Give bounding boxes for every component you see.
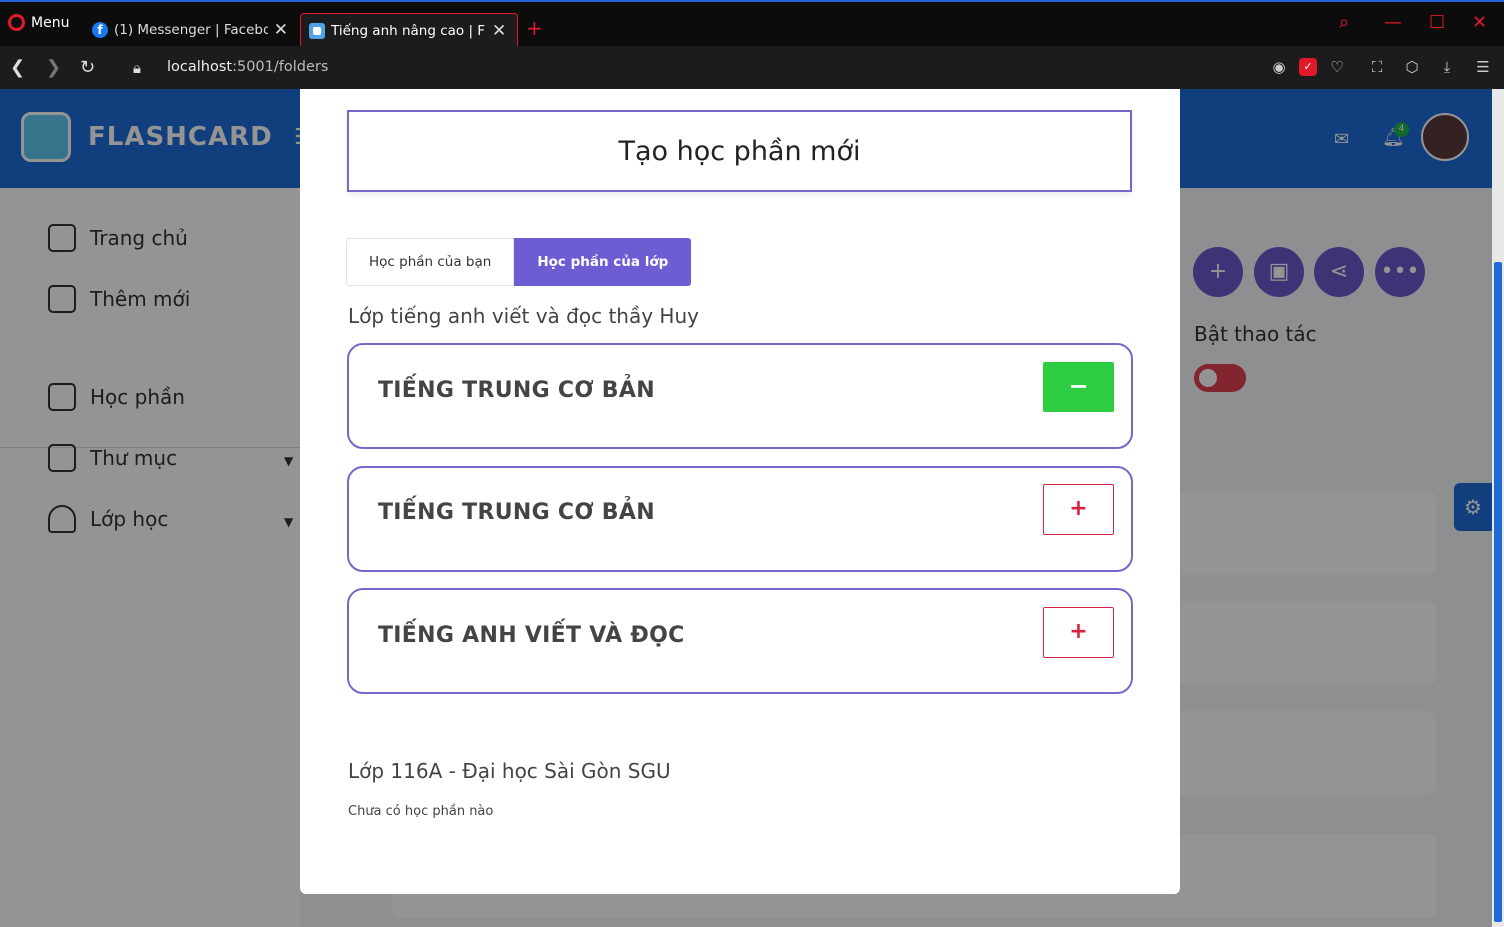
capture-icon[interactable]: ⛶	[1368, 58, 1386, 76]
study-set-card: TIẾNG ANH VIẾT VÀ ĐỌC +	[347, 588, 1133, 694]
back-icon[interactable]: ❮	[10, 57, 25, 78]
add-set-button[interactable]: +	[1043, 607, 1114, 658]
download-icon[interactable]: ⤓	[1438, 58, 1456, 76]
modal-title: Tạo học phần mới	[618, 135, 861, 167]
browser-tabbar: Menu f (1) Messenger | Facebook ✕ Tiếng …	[0, 0, 1504, 48]
study-set-title: TIẾNG TRUNG CƠ BẢN	[378, 378, 655, 403]
facebook-icon: f	[92, 22, 108, 38]
opera-menu-button[interactable]: Menu	[8, 14, 69, 31]
study-set-title: TIẾNG TRUNG CƠ BẢN	[378, 500, 655, 525]
minimize-button[interactable]: —	[1384, 12, 1402, 33]
address-bar: ❮ ❯ ↻ 🔒︎ localhost:5001/folders ◉ ✓ ♡ ⛶ …	[0, 46, 1504, 89]
flashcard-favicon-icon	[309, 23, 325, 39]
easy-setup-icon[interactable]: ☰	[1474, 58, 1492, 76]
study-set-card: TIẾNG TRUNG CƠ BẢN +	[347, 466, 1133, 572]
lock-icon: 🔒︎	[133, 59, 141, 77]
close-tab-icon[interactable]: ✕	[492, 22, 506, 40]
create-set-modal: Tạo học phần mới Học phần của bạn Học ph…	[300, 89, 1180, 894]
modal-header: Tạo học phần mới	[347, 110, 1132, 192]
tab-class-sets[interactable]: Học phần của lớp	[514, 238, 692, 286]
menu-label: Menu	[31, 14, 70, 31]
opera-logo-icon	[8, 14, 25, 31]
tab-flashcard[interactable]: Tiếng anh nâng cao | Flashcard ✕	[300, 13, 518, 48]
study-set-title: TIẾNG ANH VIẾT VÀ ĐỌC	[378, 623, 685, 648]
new-tab-button[interactable]: +	[526, 18, 543, 38]
url-field[interactable]: localhost:5001/folders	[167, 59, 328, 75]
tab-title: (1) Messenger | Facebook	[114, 22, 268, 38]
search-icon[interactable]: ⌕	[1339, 12, 1349, 33]
add-set-button[interactable]: +	[1043, 484, 1114, 535]
empty-sets-note: Chưa có học phần nào	[348, 804, 494, 819]
vpn-shield-icon[interactable]: ✓	[1299, 58, 1317, 76]
class-name: Lớp 116A - Đại học Sài Gòn SGU	[348, 759, 671, 783]
class-name: Lớp tiếng anh viết và đọc thầy Huy	[348, 304, 699, 328]
snapshot-icon[interactable]: ◉	[1270, 58, 1288, 76]
tab-your-sets[interactable]: Học phần của bạn	[346, 238, 515, 286]
url-host: localhost	[167, 59, 233, 75]
study-set-card: TIẾNG TRUNG CƠ BẢN −	[347, 343, 1133, 449]
reload-icon[interactable]: ↻	[80, 57, 95, 78]
tab-messenger[interactable]: f (1) Messenger | Facebook ✕	[84, 14, 296, 46]
scrollbar-thumb[interactable]	[1494, 262, 1502, 922]
close-window-button[interactable]: ✕	[1472, 12, 1487, 33]
modal-tabs: Học phần của bạn Học phần của lớp	[346, 238, 692, 286]
heart-icon[interactable]: ♡	[1328, 58, 1346, 76]
forward-icon[interactable]: ❯	[46, 57, 61, 78]
remove-set-button[interactable]: −	[1043, 362, 1114, 412]
cube-icon[interactable]: ⬡	[1403, 58, 1421, 76]
url-path: :5001/folders	[232, 59, 329, 75]
close-tab-icon[interactable]: ✕	[274, 21, 288, 39]
tab-title: Tiếng anh nâng cao | Flashcard	[331, 23, 486, 39]
maximize-button[interactable]: ☐	[1429, 12, 1445, 33]
